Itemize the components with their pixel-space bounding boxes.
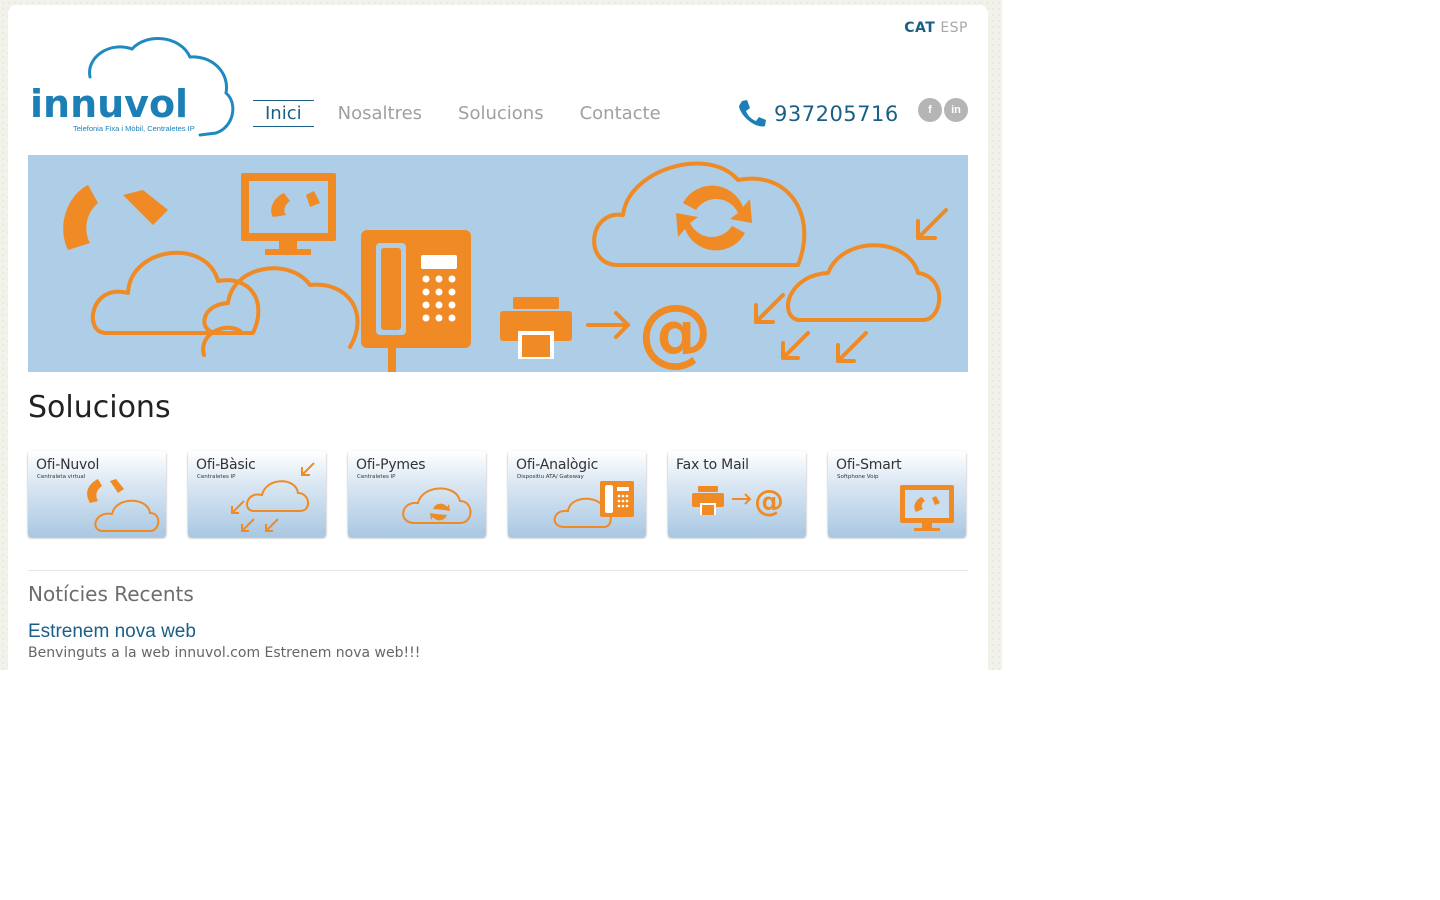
logo[interactable]: innuvol Telefonia Fixa i Mòbil, Centrale… xyxy=(28,35,238,140)
lang-cat[interactable]: CAT xyxy=(904,20,935,36)
cloud-deskphone-icon xyxy=(553,481,634,528)
logo-wordmark: innuvol xyxy=(30,82,188,126)
at-icon: @ xyxy=(754,484,784,519)
arrows-in-icon xyxy=(754,208,948,363)
tile-ofi-basic[interactable]: Ofi-Bàsic Centraletes IP xyxy=(188,451,326,537)
solutions-title: Solucions xyxy=(28,390,171,425)
monitor-phone-icon xyxy=(241,173,336,255)
hero-illustration: @ xyxy=(63,161,948,372)
at-icon: @ xyxy=(638,289,712,372)
tile-fax-to-mail[interactable]: Fax to Mail @ xyxy=(668,451,806,537)
cloud-icon xyxy=(786,243,942,322)
fax-to-mail-icon: @ xyxy=(692,484,784,519)
main-nav: Inici Nosaltres Solucions Contacte xyxy=(253,100,685,127)
cloud-sync-icon xyxy=(402,487,472,524)
cloud-arrows-icon xyxy=(231,462,315,532)
news-item-excerpt: Benvinguts a la web innuvol.com Estrenem… xyxy=(28,645,421,661)
lang-esp[interactable]: ESP xyxy=(940,20,968,36)
hero-banner: @ xyxy=(28,155,968,372)
tile-ofi-smart[interactable]: Ofi-Smart Softphone Voip xyxy=(828,451,966,537)
solutions-tiles: Ofi-Nuvol Centraleta virtual Ofi-Bàsic C… xyxy=(28,451,966,537)
cloud-icon xyxy=(90,250,261,335)
section-divider xyxy=(28,570,968,571)
facebook-icon[interactable]: f xyxy=(918,98,942,122)
language-switcher: CAT ESP xyxy=(904,20,968,36)
nav-solucions[interactable]: Solucions xyxy=(446,100,556,127)
phone-cloud-icon xyxy=(87,479,160,532)
fax-icon xyxy=(500,297,572,359)
phone-contact[interactable]: 937205716 xyxy=(736,98,899,130)
phone-icon xyxy=(739,100,766,127)
desk-phone-icon xyxy=(361,230,471,372)
cloud-sync-icon xyxy=(592,161,807,267)
tile-ofi-nuvol[interactable]: Ofi-Nuvol Centraleta virtual xyxy=(28,451,166,537)
cloud-sync-arrows xyxy=(676,185,752,251)
social-links: f in xyxy=(916,98,968,122)
nav-nosaltres[interactable]: Nosaltres xyxy=(326,100,434,127)
phone-handset-icon xyxy=(63,185,168,250)
news-item-title[interactable]: Estrenem nova web xyxy=(28,621,196,643)
arrow-right-icon xyxy=(586,311,630,339)
news-heading: Notícies Recents xyxy=(28,582,194,606)
innuvol-logo-icon: innuvol Telefonia Fixa i Mòbil, Centrale… xyxy=(30,37,235,137)
nav-contacte[interactable]: Contacte xyxy=(568,100,673,127)
tile-ofi-analogic[interactable]: Ofi-Analògic Dispositiu ATA/ Gateway xyxy=(508,451,646,537)
nav-inici[interactable]: Inici xyxy=(253,100,314,127)
monitor-phone-icon xyxy=(900,485,954,531)
linkedin-icon[interactable]: in xyxy=(944,98,968,122)
logo-tagline: Telefonia Fixa i Mòbil, Centraletes IP xyxy=(73,124,195,133)
phone-number: 937205716 xyxy=(774,102,899,126)
tile-ofi-pymes[interactable]: Ofi-Pymes Centraletes IP xyxy=(348,451,486,537)
page-container: CAT ESP innuvol Telefonia Fixa i Mòbil, C… xyxy=(8,5,988,670)
